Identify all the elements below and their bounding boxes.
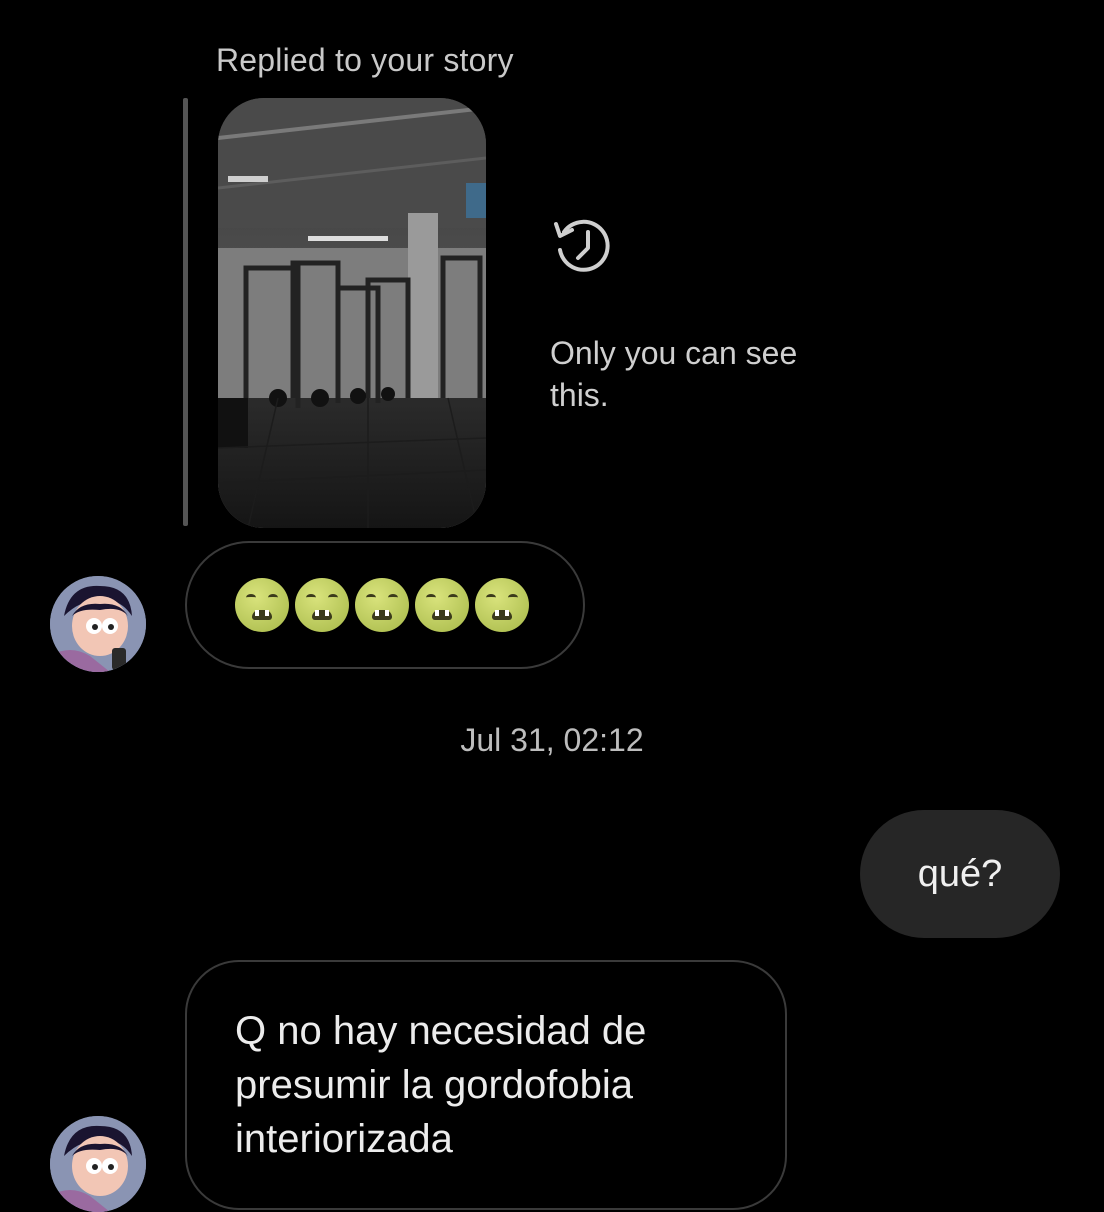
nauseated-face-icon <box>355 578 409 632</box>
sent-message-bubble[interactable]: qué? <box>860 810 1060 938</box>
sender-avatar[interactable] <box>50 576 146 672</box>
only-you-notice: Only you can see this. <box>550 335 798 413</box>
nauseated-face-icon <box>475 578 529 632</box>
nauseated-face-icon <box>235 578 289 632</box>
reaction-message-bubble[interactable] <box>185 541 585 669</box>
sender-avatar[interactable] <box>50 1116 146 1212</box>
nauseated-face-icon <box>415 578 469 632</box>
nauseated-face-icon <box>295 578 349 632</box>
message-timestamp: Jul 31, 02:12 <box>460 722 644 758</box>
story-thumbnail[interactable]: 💪💪💪 <box>218 98 486 528</box>
received-message-bubble[interactable]: Q no hay necesidad de presumir la gordof… <box>185 960 787 1210</box>
story-reply-line <box>183 98 188 526</box>
story-reply-label: Replied to your story <box>216 42 514 78</box>
history-icon <box>548 210 620 282</box>
